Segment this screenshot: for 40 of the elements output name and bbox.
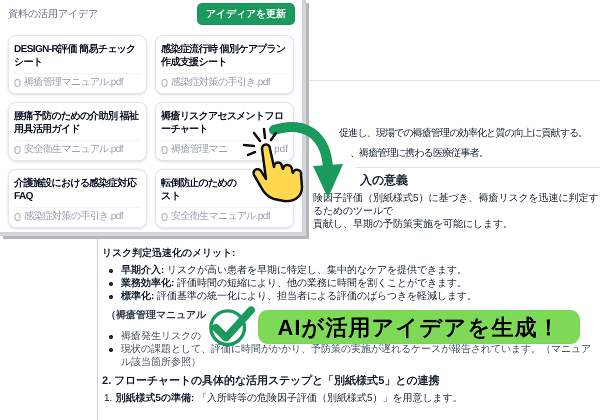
card-title: 感染症流行時 個別ケアプラン作成支援シート [161,43,286,69]
idea-card[interactable]: DESIGN-R評価 簡易チェックシート 褥瘡管理マニュアル.pdf [8,35,147,94]
file-name: 褥瘡管理マニ [171,144,228,156]
card-title: 腰痛予防のための介助別 福祉用具活用ガイド [14,110,140,136]
bullet [109,295,113,299]
subheading: リスク判定迅速化のメリット: [102,247,236,260]
file-name: 感染症対策の手引き.pdf [171,77,270,89]
file-name: 感染症対策の手引き.pdf [24,211,123,223]
callout-banner: AIが活用アイデアを生成！ [258,310,580,344]
step-number: 1. [104,392,112,405]
list-text: 業務効率化: 評価時間の短縮により、他の業務に時間を割くことができます。 [121,277,468,290]
file-name: 安全衛生マニュアル.pdf [24,144,123,156]
body-text: 、褥瘡管理に携わる医療従事者。 [350,147,488,161]
list-text: 褥瘡発生リスクの [121,330,201,343]
card-title: スト [161,190,181,203]
bullet [109,269,113,273]
file-name: 安全衛生マニュアル.pdf [171,211,270,223]
body-text: 貢献し、早期の予防策実施を可能にします。 [313,218,514,231]
idea-card[interactable]: 腰痛予防のための介助別 福祉用具活用ガイド 安全衛生マニュアル.pdf [8,102,147,161]
reference-note: （褥瘡管理マニュアル [106,309,206,322]
bullet [109,335,113,339]
bullet [109,282,113,286]
bullet [109,348,113,352]
file-name: pdf [274,144,288,156]
idea-card[interactable]: 介護施設における感染症対応FAQ 感染症対策の手引き.pdf [8,169,147,228]
card-title: 介護施設における感染症対応FAQ [14,177,138,203]
card-title: DESIGN-R評価 簡易チェックシート [14,43,136,69]
panel-title: 資料の活用アイデア [8,8,98,22]
idea-card[interactable]: 感染症流行時 個別ケアプラン作成支援シート 感染症対策の手引き.pdf [155,35,294,94]
section-heading: 2. フローチャートの具体的な活用ステップと「別紙様式5」との連携 [102,375,440,388]
card-title: 転倒防止のための [161,177,238,190]
step-text: 別紙様式5の準備: 「入所時等の危険因子評価（別紙様式5）」を用意します。 [115,392,463,405]
list-text: 早期介入: リスクが高い患者を早期に特定し、集中的なケアを提供できます。 [121,264,468,277]
file-name: 褥瘡管理マニュアル.pdf [24,77,123,89]
list-text: 標準化: 評価基準の統一化により、担当者による評価のばらつきを軽減します。 [121,290,478,303]
body-text: 促進し、現場での褥瘡管理の効率化と質の向上に貢献する。 [339,127,588,141]
idea-card[interactable]: 褥瘡リスクアセスメントフローチャート 褥瘡管理マニ pdf [155,102,294,161]
section-heading: 入の意義 [360,172,408,188]
refresh-ideas-button[interactable]: アイディアを更新 [197,3,295,25]
card-title: 褥瘡リスクアセスメントフローチャート [161,110,284,136]
